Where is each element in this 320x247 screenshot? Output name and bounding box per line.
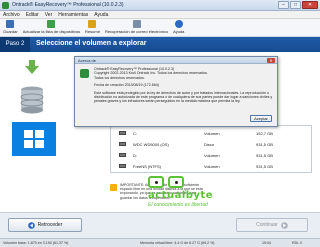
title-bar: Ontrack® EasyRecovery™ Professional (10.… <box>0 0 320 11</box>
volume-row[interactable]: C: Volumen 152,7 GB <box>111 128 311 138</box>
volume-size: 931,5 GB <box>256 152 273 158</box>
menu-archivo[interactable]: Archivo <box>3 11 20 18</box>
volume-type: Volumen <box>204 163 220 169</box>
menu-ayuda[interactable]: Ayuda <box>94 11 108 18</box>
navigation-bar: Retroceder Continuar <box>0 212 320 238</box>
email-recovery-button[interactable]: Recuperación de correo electrónico <box>105 19 168 36</box>
back-button[interactable]: Retroceder <box>8 218 82 232</box>
download-arrow-icon <box>25 60 39 74</box>
watermark-brand: actualbyte <box>148 190 213 201</box>
status-bar: Volumen base: 1.870 en 3.190 (61,37 %) M… <box>0 238 320 247</box>
volume-size: 931,5 GB <box>256 141 273 147</box>
dialog-close-button[interactable]: ✕ <box>267 58 275 63</box>
warning-icon <box>110 184 117 191</box>
menu-ver[interactable]: Ver <box>45 11 53 18</box>
help-button[interactable]: Ayuda <box>173 19 184 36</box>
email-label: Recuperación de correo electrónico <box>104 29 169 34</box>
drive-icon <box>119 131 126 135</box>
resume-label: Resumir <box>85 29 100 34</box>
status-virtual-memory: Memoria virtual libre: 4.4 G de 6.27 G (… <box>140 241 215 245</box>
volume-name: WDC WD5000 (OS) <box>133 141 169 147</box>
dialog-title: Acerca de <box>78 58 97 63</box>
volume-row[interactable]: WDC WD5000 (OS) Disco 931,5 GB <box>111 139 311 149</box>
volume-list: C: Volumen 152,7 GB WDC WD5000 (OS) Disc… <box>110 125 312 173</box>
glasses-logo-icon <box>148 176 208 190</box>
volume-type: Disco <box>204 141 215 147</box>
step-label: Paso 2 <box>0 37 30 52</box>
toolbar: Guardar Actualizar la lista de dispositi… <box>0 19 320 37</box>
drive-icon <box>119 164 126 168</box>
dialog-body: Ontrack® EasyRecovery™ Professional (10.… <box>94 67 274 104</box>
volume-row[interactable]: D: Volumen 931,5 GB <box>111 150 311 160</box>
window-title: Ontrack® EasyRecovery™ Professional (10.… <box>12 2 124 8</box>
save-icon <box>6 20 15 28</box>
legal-text: Este software está protegido por la ley … <box>94 90 273 104</box>
volume-type: Volumen <box>204 152 220 158</box>
save-label: Guardar <box>3 29 18 34</box>
email-icon <box>132 20 141 28</box>
back-arrow-icon <box>27 221 35 229</box>
forward-arrow-icon <box>281 221 288 229</box>
status-rdl: RDL 0 <box>292 241 303 245</box>
refresh-label: Actualizar la lista de dispositivos <box>22 29 81 34</box>
maximize-button[interactable]: □ <box>290 1 301 9</box>
status-base-volume: Volumen base: 1.870 en 3.190 (61,37 %) <box>3 241 69 245</box>
watermark-tagline: El conocimiento es libertad <box>148 202 208 208</box>
refresh-icon <box>47 20 56 28</box>
actualbyte-watermark: actualbyte El conocimiento es libertad <box>148 176 278 208</box>
back-label: Retroceder <box>37 222 63 228</box>
drive-icon <box>119 142 126 146</box>
dialog-title-bar: Acerca de ✕ <box>75 57 277 64</box>
volume-size: 152,7 GB <box>256 130 273 136</box>
menu-herramientas[interactable]: Herramientas <box>58 11 88 18</box>
volume-name: FreeNS (NTFS) <box>133 163 161 169</box>
step-header: Paso 2 Seleccione el volumen a explorar <box>0 37 320 52</box>
volume-row[interactable]: FreeNS (NTFS) Volumen 931,5 GB <box>111 161 311 171</box>
window-controls: – □ ✕ <box>278 1 318 9</box>
help-label: Ayuda <box>173 29 185 34</box>
windows-logo-icon <box>12 122 56 156</box>
save-button[interactable]: Guardar <box>3 19 18 36</box>
help-icon <box>174 20 183 28</box>
volume-name: D: <box>133 152 137 158</box>
menu-bar: Archivo Editar Ver Herramientas Ayuda <box>0 11 320 19</box>
minimize-button[interactable]: – <box>278 1 289 9</box>
about-dialog: Acerca de ✕ Ontrack® EasyRecovery™ Profe… <box>74 56 278 127</box>
menu-editar[interactable]: Editar <box>26 11 39 18</box>
volume-size: 931,5 GB <box>256 163 273 169</box>
volume-name: C: <box>133 130 137 136</box>
close-button[interactable]: ✕ <box>302 1 318 9</box>
product-logo-icon <box>80 69 89 78</box>
status-time: 19:04 <box>262 241 271 245</box>
database-icon <box>20 86 44 114</box>
resume-button[interactable]: Resumir <box>85 19 100 36</box>
continue-button[interactable]: Continuar <box>236 218 308 232</box>
continue-label: Continuar <box>256 222 278 228</box>
refresh-devices-button[interactable]: Actualizar la lista de dispositivos <box>23 19 80 36</box>
drive-icon <box>119 153 126 157</box>
resume-icon <box>88 20 97 28</box>
step-title: Seleccione el volumen a explorar <box>36 40 147 47</box>
ok-button[interactable]: Aceptar <box>250 115 272 122</box>
app-logo-icon <box>2 2 9 9</box>
volume-type: Volumen <box>204 130 220 136</box>
